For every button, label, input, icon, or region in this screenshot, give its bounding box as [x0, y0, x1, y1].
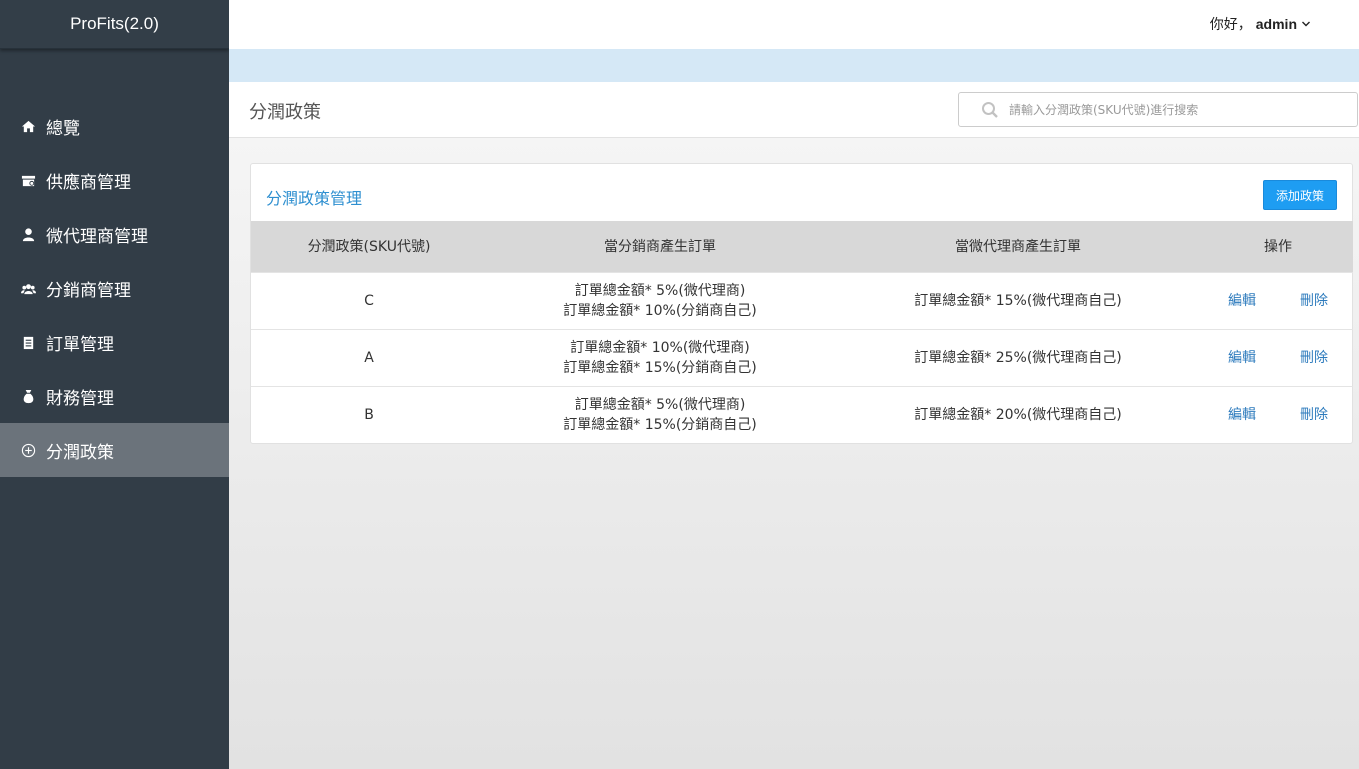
distributor-order-cell: 訂單總金額* 10%(微代理商) 訂單總金額* 15%(分銷商自己) — [563, 339, 757, 376]
sidebar-item-overview[interactable]: 總覽 — [0, 99, 229, 153]
sku-cell: C — [364, 292, 374, 309]
column-header-sku: 分潤政策(SKU代號) — [307, 239, 431, 256]
table-row: A 訂單總金額* 10%(微代理商) 訂單總金額* 15%(分銷商自己) 訂單總金… — [251, 329, 1353, 386]
micro-agent-order-cell: 訂單總金額* 25%(微代理商自己) — [914, 349, 1122, 366]
money-bag-icon — [20, 388, 36, 404]
page-title: 分潤政策 — [249, 102, 321, 123]
sidebar-item-label: 總覽 — [46, 118, 80, 139]
store-icon — [20, 172, 36, 188]
users-icon — [20, 280, 36, 296]
sidebar-nav: 總覽 供應商管理 微代理商管理 分銷商管理 訂單管理 財務管理 分潤政策 — [0, 99, 229, 477]
user-menu[interactable]: 你好， admin — [1210, 14, 1311, 34]
sidebar-item-profit-policy[interactable]: 分潤政策 — [0, 423, 229, 477]
table-row: B 訂單總金額* 5%(微代理商) 訂單總金額* 15%(分銷商自己) 訂單總金額… — [251, 386, 1353, 443]
edit-link[interactable]: 編輯 — [1228, 407, 1256, 423]
column-header-distributor-order: 當分銷商產生訂單 — [604, 239, 716, 256]
sku-cell: B — [364, 406, 374, 423]
top-bar: 你好， admin — [229, 0, 1359, 49]
actions-cell: 編輯 刪除 — [1203, 329, 1353, 386]
chevron-down-icon — [1302, 21, 1310, 27]
circle-plus-icon — [20, 442, 36, 458]
sidebar-item-label: 財務管理 — [46, 388, 114, 409]
sidebar-item-orders[interactable]: 訂單管理 — [0, 315, 229, 369]
sidebar: ProFits(2.0) 總覽 供應商管理 微代理商管理 分銷商管理 訂單管理 … — [0, 0, 229, 769]
policy-panel: 分潤政策管理 添加政策 分潤政策(SKU代號) 當分銷商產生訂單 當微代理商產生… — [250, 163, 1353, 444]
sidebar-item-finance[interactable]: 財務管理 — [0, 369, 229, 423]
username: admin — [1255, 16, 1297, 32]
distributor-order-cell: 訂單總金額* 5%(微代理商) 訂單總金額* 10%(分銷商自己) — [563, 282, 757, 319]
home-icon — [20, 118, 36, 134]
delete-link[interactable]: 刪除 — [1300, 407, 1328, 423]
sku-cell: A — [364, 349, 374, 366]
panel-title: 分潤政策管理 — [266, 189, 363, 208]
column-header-actions: 操作 — [1264, 239, 1292, 256]
search-icon — [982, 101, 998, 118]
brand-logo[interactable]: ProFits(2.0) — [0, 0, 229, 49]
sidebar-item-distributors[interactable]: 分銷商管理 — [0, 261, 229, 315]
sidebar-item-label: 供應商管理 — [46, 172, 131, 193]
micro-agent-order-cell: 訂單總金額* 20%(微代理商自己) — [914, 406, 1122, 423]
column-header-micro-agent-order: 當微代理商產生訂單 — [955, 239, 1081, 256]
page-header: 分潤政策 — [229, 82, 1359, 138]
sidebar-item-label: 分銷商管理 — [46, 280, 131, 301]
sidebar-item-micro-agents[interactable]: 微代理商管理 — [0, 207, 229, 261]
search-box[interactable] — [958, 92, 1358, 127]
user-icon — [20, 226, 36, 242]
sidebar-item-label: 訂單管理 — [46, 334, 114, 355]
actions-cell: 編輯 刪除 — [1203, 386, 1353, 443]
greeting-text: 你好， — [1209, 17, 1252, 33]
micro-agent-order-cell: 訂單總金額* 15%(微代理商自己) — [914, 292, 1122, 309]
actions-cell: 編輯 刪除 — [1203, 272, 1353, 329]
table-row: C 訂單總金額* 5%(微代理商) 訂單總金額* 10%(分銷商自己) 訂單總金額… — [251, 272, 1353, 329]
policy-table: 分潤政策(SKU代號) 當分銷商產生訂單 當微代理商產生訂單 操作 C 訂單總金… — [251, 221, 1353, 443]
sidebar-item-suppliers[interactable]: 供應商管理 — [0, 153, 229, 207]
sidebar-item-label: 微代理商管理 — [46, 226, 148, 247]
edit-link[interactable]: 編輯 — [1228, 293, 1256, 309]
delete-link[interactable]: 刪除 — [1300, 293, 1328, 309]
clipboard-icon — [20, 334, 36, 350]
delete-link[interactable]: 刪除 — [1300, 350, 1328, 366]
edit-link[interactable]: 編輯 — [1228, 350, 1256, 366]
distributor-order-cell: 訂單總金額* 5%(微代理商) 訂單總金額* 15%(分銷商自己) — [563, 396, 757, 433]
search-input[interactable] — [1009, 102, 1349, 117]
table-header-row: 分潤政策(SKU代號) 當分銷商產生訂單 當微代理商產生訂單 操作 — [251, 221, 1353, 272]
sidebar-item-label: 分潤政策 — [46, 442, 114, 463]
add-policy-button[interactable]: 添加政策 — [1263, 180, 1337, 210]
notice-band — [229, 49, 1359, 82]
